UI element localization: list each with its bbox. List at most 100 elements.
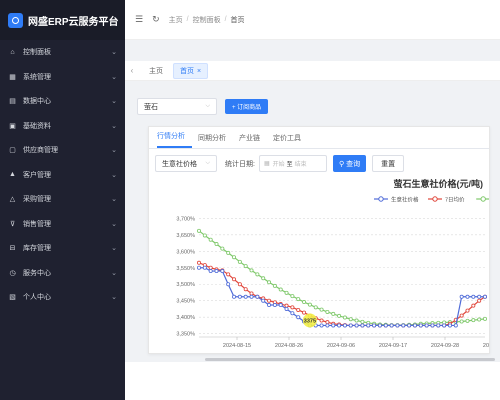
y-tick-label: 3,350% [176,332,195,338]
refresh-icon[interactable]: ↻ [152,14,160,25]
series-point [471,303,476,308]
sidebar-item-6[interactable]: △ 采购管理 ⌄ [0,187,125,212]
home-icon: ⌂ [10,48,15,56]
breadcrumb-separator: / [224,16,227,23]
series-point [424,323,429,328]
product-toolbar: 萤石 ⌵ + 订阅商品 [137,98,269,115]
tab-industry-chain[interactable]: 产业链 [239,133,267,148]
series-point [319,323,324,328]
page-tabs: ‹ 主页 首页 × [125,61,500,81]
sidebar-item-8[interactable]: ⊟ 库存管理 ⌄ [0,236,125,261]
series-point [261,298,266,303]
series-point [243,264,248,269]
sidebar-item-3[interactable]: ▣ 基础资料 ⌄ [0,114,125,139]
series-point [407,323,412,328]
sidebar-item-7[interactable]: ⊽ 销售管理 ⌄ [0,212,125,237]
sidebar-item-label: 供应商管理 [23,147,58,155]
x-tick-label: 2024-09-06 [327,343,355,349]
chevron-down-icon: ⌵ [205,103,210,109]
tab-index[interactable]: 首页 × [173,62,209,79]
sidebar-item-0[interactable]: ⌂ 控制面板 ⌄ [0,40,125,65]
menu-toggle-icon[interactable]: ☰ [135,14,143,25]
series-point [243,287,248,292]
product-select[interactable]: 萤石 ⌵ [137,98,217,115]
chevron-down-icon: ⌄ [111,196,117,204]
card-tabs: 行情分析 同期分析 产业链 定价工具 [149,127,489,149]
series-point [459,319,464,324]
series-point [267,303,272,308]
tab-period-analysis[interactable]: 同期分析 [198,133,233,148]
series-point [220,269,225,274]
supplier-icon: ▢ [9,147,16,155]
breadcrumb-home[interactable]: 主页 [169,15,183,25]
basic-data-icon: ▣ [9,122,16,130]
sidebar-item-5[interactable]: ▲ 客户管理 ⌄ [0,163,125,188]
sidebar-item-label: 库存管理 [23,245,51,253]
price-type-select[interactable]: 生意社价格 ⌵ [155,155,217,172]
tab-market-analysis[interactable]: 行情分析 [157,131,192,148]
y-tick-label: 3,550% [176,266,195,272]
series-point [290,294,295,299]
y-tick-label: 3,450% [176,299,195,305]
series-point [348,317,353,322]
series-point [325,309,330,314]
close-icon[interactable]: × [197,68,201,75]
subscribe-button[interactable]: + 订阅商品 [225,99,269,114]
series-point [331,323,336,328]
series-point [354,318,359,323]
price-chart-container: 萤石生意社价格(元/吨)生意社价格7日均价30日均价3,350%3,400%3,… [149,177,489,353]
calendar-icon: ▦ [263,161,270,167]
topbar: ☰ ↻ 主页 / 控制面板 / 首页 [125,0,500,40]
series-point [226,272,231,277]
scrollbar-thumb[interactable] [205,358,495,361]
reset-button[interactable]: 重置 [372,155,405,172]
series-point [453,323,458,328]
date-range-picker[interactable]: ▦ 开始 至 结束 [258,155,327,172]
tabs-scroll-left-icon[interactable]: ‹ [125,66,139,75]
series-point [471,294,476,299]
tab-pricing-tool[interactable]: 定价工具 [273,133,308,148]
series-point [342,323,347,328]
y-tick-label: 3,400% [176,315,195,321]
breadcrumb-separator: / [186,16,189,23]
sidebar-item-label: 服务中心 [23,269,51,277]
series-point [477,294,482,299]
sidebar-item-10[interactable]: ▧ 个人中心 ⌄ [0,285,125,310]
system-icon: ▦ [9,73,16,81]
series-point [313,305,318,310]
series-point [197,228,202,233]
chevron-down-icon: ⌄ [111,73,117,81]
series-line [198,230,486,326]
series-point [319,307,324,312]
sidebar-item-2[interactable]: ▤ 数据中心 ⌄ [0,89,125,114]
legend-marker [432,196,438,202]
breadcrumb-dashboard[interactable]: 控制面板 [193,15,221,25]
chevron-down-icon: ⌄ [111,269,117,277]
series-point [214,269,219,274]
series-point [208,269,213,274]
chevron-down-icon: ⌄ [111,122,117,130]
series-point [302,310,307,315]
sidebar-item-label: 基础资料 [23,122,51,130]
price-type-value: 生意社价格 [162,160,197,168]
series-point [395,323,400,328]
sidebar-item-label: 销售管理 [23,220,51,228]
sidebar: 网盛ERP云服务平台 ⌂ 控制面板 ⌄ ▦ 系统管理 ⌄ ▤ 数据中心 ⌄ ▣ 基础资料 ⌄ ▢ 供应商管… [0,0,125,400]
sidebar-item-9[interactable]: ◷ 服务中心 ⌄ [0,261,125,286]
series-point [232,277,237,282]
query-button[interactable]: ⚲ 查询 [332,155,367,172]
y-tick-label: 3,650% [176,233,195,239]
series-point [284,303,289,308]
tab-index-label: 首页 [180,67,194,75]
sidebar-item-4[interactable]: ▢ 供应商管理 ⌄ [0,138,125,163]
tab-home[interactable]: 主页 [143,64,169,78]
series-point [331,311,336,316]
series-point [278,303,283,308]
series-point [354,323,359,328]
series-point [337,323,342,328]
series-point [389,323,394,328]
sidebar-item-1[interactable]: ▦ 系统管理 ⌄ [0,65,125,90]
analysis-card: 行情分析 同期分析 产业链 定价工具 生意社价格 ⌵ 统计日期: ▦ 开始 至 … [148,126,490,354]
sidebar-item-label: 客户管理 [23,171,51,179]
series-point [465,294,470,299]
